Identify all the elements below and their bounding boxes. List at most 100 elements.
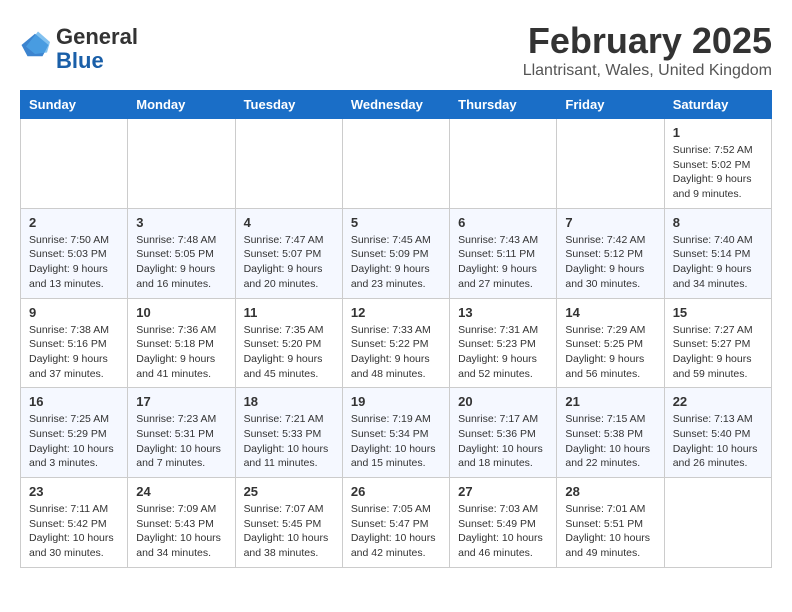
- day-cell: [557, 119, 664, 209]
- day-cell: 22 Sunrise: 7:13 AM Sunset: 5:40 PM Dayli…: [664, 388, 771, 478]
- day-info: Sunrise: 7:17 AM Sunset: 5:36 PM Dayligh…: [458, 412, 548, 471]
- logo: General Blue: [20, 25, 138, 73]
- day-info: Sunrise: 7:25 AM Sunset: 5:29 PM Dayligh…: [29, 412, 119, 471]
- weekday-header-saturday: Saturday: [664, 91, 771, 119]
- day-number: 26: [351, 484, 441, 499]
- day-number: 24: [136, 484, 226, 499]
- week-row-3: 9Sunrise: 7:38 AM Sunset: 5:16 PM Daylig…: [21, 298, 772, 388]
- day-cell: 11 Sunrise: 7:35 AM Sunset: 5:20 PM Dayli…: [235, 298, 342, 388]
- weekday-header-row: SundayMondayTuesdayWednesdayThursdayFrid…: [21, 91, 772, 119]
- day-cell: 25 Sunrise: 7:07 AM Sunset: 5:45 PM Dayli…: [235, 478, 342, 568]
- day-info: Sunrise: 7:13 AM Sunset: 5:40 PM Dayligh…: [673, 412, 763, 471]
- day-info: Sunrise: 7:27 AM Sunset: 5:27 PM Dayligh…: [673, 323, 763, 382]
- logo-icon: [20, 30, 50, 60]
- day-info: Sunrise: 7:21 AM Sunset: 5:33 PM Dayligh…: [244, 412, 334, 471]
- day-info: Sunrise: 7:42 AM Sunset: 5:12 PM Dayligh…: [565, 233, 655, 292]
- day-cell: 24 Sunrise: 7:09 AM Sunset: 5:43 PM Dayli…: [128, 478, 235, 568]
- day-cell: 20 Sunrise: 7:17 AM Sunset: 5:36 PM Dayli…: [450, 388, 557, 478]
- day-number: 4: [244, 215, 334, 230]
- day-cell: 5 Sunrise: 7:45 AM Sunset: 5:09 PM Daylig…: [342, 208, 449, 298]
- day-number: 25: [244, 484, 334, 499]
- day-number: 15: [673, 305, 763, 320]
- week-row-5: 23 Sunrise: 7:11 AM Sunset: 5:42 PM Dayli…: [21, 478, 772, 568]
- day-cell: 8 Sunrise: 7:40 AM Sunset: 5:14 PM Daylig…: [664, 208, 771, 298]
- day-cell: 1 Sunrise: 7:52 AM Sunset: 5:02 PM Daylig…: [664, 119, 771, 209]
- day-cell: 15 Sunrise: 7:27 AM Sunset: 5:27 PM Dayli…: [664, 298, 771, 388]
- day-cell: 21 Sunrise: 7:15 AM Sunset: 5:38 PM Dayli…: [557, 388, 664, 478]
- day-number: 6: [458, 215, 548, 230]
- day-info: Sunrise: 7:38 AM Sunset: 5:16 PM Dayligh…: [29, 323, 119, 382]
- weekday-header-thursday: Thursday: [450, 91, 557, 119]
- day-cell: [128, 119, 235, 209]
- day-info: Sunrise: 7:52 AM Sunset: 5:02 PM Dayligh…: [673, 143, 763, 202]
- day-cell: 12 Sunrise: 7:33 AM Sunset: 5:22 PM Dayli…: [342, 298, 449, 388]
- day-info: Sunrise: 7:15 AM Sunset: 5:38 PM Dayligh…: [565, 412, 655, 471]
- day-cell: 17 Sunrise: 7:23 AM Sunset: 5:31 PM Dayli…: [128, 388, 235, 478]
- day-cell: 2 Sunrise: 7:50 AM Sunset: 5:03 PM Daylig…: [21, 208, 128, 298]
- day-cell: 28Sunrise: 7:01 AM Sunset: 5:51 PM Dayli…: [557, 478, 664, 568]
- day-number: 21: [565, 394, 655, 409]
- day-cell: 16 Sunrise: 7:25 AM Sunset: 5:29 PM Dayli…: [21, 388, 128, 478]
- day-number: 17: [136, 394, 226, 409]
- weekday-header-sunday: Sunday: [21, 91, 128, 119]
- day-number: 1: [673, 125, 763, 140]
- week-row-4: 16 Sunrise: 7:25 AM Sunset: 5:29 PM Dayli…: [21, 388, 772, 478]
- day-number: 18: [244, 394, 334, 409]
- day-cell: [342, 119, 449, 209]
- day-number: 3: [136, 215, 226, 230]
- day-info: Sunrise: 7:48 AM Sunset: 5:05 PM Dayligh…: [136, 233, 226, 292]
- day-cell: 4 Sunrise: 7:47 AM Sunset: 5:07 PM Daylig…: [235, 208, 342, 298]
- day-number: 8: [673, 215, 763, 230]
- day-info: Sunrise: 7:43 AM Sunset: 5:11 PM Dayligh…: [458, 233, 548, 292]
- day-info: Sunrise: 7:09 AM Sunset: 5:43 PM Dayligh…: [136, 502, 226, 561]
- day-number: 12: [351, 305, 441, 320]
- day-number: 20: [458, 394, 548, 409]
- day-cell: [235, 119, 342, 209]
- day-info: Sunrise: 7:47 AM Sunset: 5:07 PM Dayligh…: [244, 233, 334, 292]
- day-cell: 14Sunrise: 7:29 AM Sunset: 5:25 PM Dayli…: [557, 298, 664, 388]
- day-cell: 19 Sunrise: 7:19 AM Sunset: 5:34 PM Dayli…: [342, 388, 449, 478]
- day-number: 10: [136, 305, 226, 320]
- logo-blue: Blue: [56, 49, 138, 73]
- day-cell: 26 Sunrise: 7:05 AM Sunset: 5:47 PM Dayli…: [342, 478, 449, 568]
- day-cell: [450, 119, 557, 209]
- day-number: 23: [29, 484, 119, 499]
- weekday-header-wednesday: Wednesday: [342, 91, 449, 119]
- day-cell: 27Sunrise: 7:03 AM Sunset: 5:49 PM Dayli…: [450, 478, 557, 568]
- day-info: Sunrise: 7:36 AM Sunset: 5:18 PM Dayligh…: [136, 323, 226, 382]
- day-cell: 6 Sunrise: 7:43 AM Sunset: 5:11 PM Daylig…: [450, 208, 557, 298]
- weekday-header-friday: Friday: [557, 91, 664, 119]
- logo-general: General: [56, 25, 138, 49]
- day-info: Sunrise: 7:05 AM Sunset: 5:47 PM Dayligh…: [351, 502, 441, 561]
- day-cell: [21, 119, 128, 209]
- day-number: 7: [565, 215, 655, 230]
- day-info: Sunrise: 7:45 AM Sunset: 5:09 PM Dayligh…: [351, 233, 441, 292]
- day-cell: 13 Sunrise: 7:31 AM Sunset: 5:23 PM Dayli…: [450, 298, 557, 388]
- day-number: 13: [458, 305, 548, 320]
- day-number: 28: [565, 484, 655, 499]
- day-number: 19: [351, 394, 441, 409]
- day-info: Sunrise: 7:31 AM Sunset: 5:23 PM Dayligh…: [458, 323, 548, 382]
- day-number: 22: [673, 394, 763, 409]
- day-number: 5: [351, 215, 441, 230]
- day-info: Sunrise: 7:07 AM Sunset: 5:45 PM Dayligh…: [244, 502, 334, 561]
- day-info: Sunrise: 7:40 AM Sunset: 5:14 PM Dayligh…: [673, 233, 763, 292]
- day-number: 16: [29, 394, 119, 409]
- day-info: Sunrise: 7:35 AM Sunset: 5:20 PM Dayligh…: [244, 323, 334, 382]
- header: General Blue February 2025 Llantrisant, …: [20, 20, 772, 80]
- day-number: 11: [244, 305, 334, 320]
- day-info: Sunrise: 7:19 AM Sunset: 5:34 PM Dayligh…: [351, 412, 441, 471]
- day-info: Sunrise: 7:50 AM Sunset: 5:03 PM Dayligh…: [29, 233, 119, 292]
- day-info: Sunrise: 7:33 AM Sunset: 5:22 PM Dayligh…: [351, 323, 441, 382]
- weekday-header-tuesday: Tuesday: [235, 91, 342, 119]
- day-number: 14: [565, 305, 655, 320]
- day-info: Sunrise: 7:23 AM Sunset: 5:31 PM Dayligh…: [136, 412, 226, 471]
- location: Llantrisant, Wales, United Kingdom: [523, 62, 772, 80]
- day-cell: 7 Sunrise: 7:42 AM Sunset: 5:12 PM Daylig…: [557, 208, 664, 298]
- day-info: Sunrise: 7:11 AM Sunset: 5:42 PM Dayligh…: [29, 502, 119, 561]
- day-number: 2: [29, 215, 119, 230]
- day-cell: 9Sunrise: 7:38 AM Sunset: 5:16 PM Daylig…: [21, 298, 128, 388]
- day-cell: 23 Sunrise: 7:11 AM Sunset: 5:42 PM Dayli…: [21, 478, 128, 568]
- day-info: Sunrise: 7:03 AM Sunset: 5:49 PM Dayligh…: [458, 502, 548, 561]
- day-cell: 18 Sunrise: 7:21 AM Sunset: 5:33 PM Dayli…: [235, 388, 342, 478]
